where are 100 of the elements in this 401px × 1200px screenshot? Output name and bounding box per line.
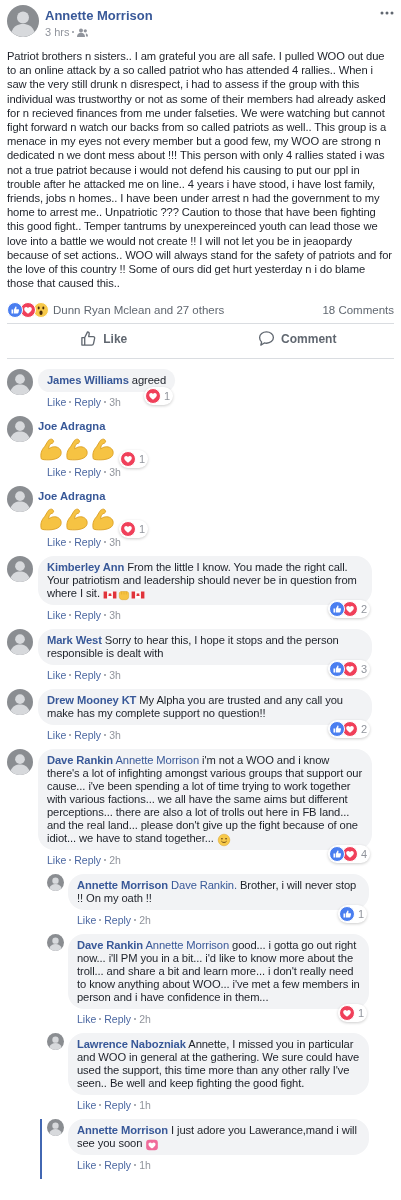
comment-time[interactable]: 1h	[139, 1159, 151, 1172]
commenter-name[interactable]: Kimberley Ann	[47, 561, 125, 574]
reaction-badge[interactable]: 1	[118, 520, 148, 539]
comment-action-link[interactable]: Like	[77, 914, 97, 927]
comment-time[interactable]: 3h	[109, 609, 121, 622]
commenter-name[interactable]: Drew Mooney KT	[47, 694, 137, 707]
post-text: Patriot brothers n sisters.. I am grateful you are all safe. I pulled WOO out due to an online attack by a so called patriot who has attended 4 rallies.. When i saw the very still drunk n disrespect, i had to assess if the group with this individual was trustworthy or not as some of their members had already asked for n recieved finances from me under falseties. We were watching but cannot fight forward n watch our backs from so called patriots as well.. This group is a menace in my eyes not every member but a good few, my WOO are strong n dedicated n we dont mess about !!! This person with only 4 rallies stated i was not a true patriot because i would not defend his causing to put our ppl in trouble after he attacked me on line.. 4 years i have stood, i have lost family, friends, jobs n homes.. I have been under arrest n had the government to my home to arrest me.. Unpatriotic ??? Caution to those that have been fighting this good fight.. Temper tantrums by unexpereinced youth can lead those we love into a battle we would not create !! I will not let you be in jeaopardy because of set actions.. WOO will always stand for the safety of patriots and for the love of this country !! Some of ours did get hurt yesterday n i do blame those that caused this..	[7, 49, 393, 291]
commenter-name[interactable]: Joe Adragna	[38, 420, 106, 433]
comment-time[interactable]: 2h	[139, 914, 151, 927]
avatar[interactable]	[47, 874, 64, 892]
speech-bubble-icon	[258, 330, 276, 348]
comment-action-link[interactable]: Like	[47, 609, 67, 622]
comment-action-link[interactable]: Reply	[104, 1099, 132, 1112]
commenter-name[interactable]: James Williams	[47, 374, 129, 387]
commenter-name[interactable]: Annette Morrison	[77, 1124, 168, 1137]
comment-text: Drew Mooney KT My Alpha you are trusted and any call you make has my complete support no question!!	[47, 694, 344, 721]
commenter-name[interactable]: Lawrence Nabozniak	[77, 1038, 186, 1051]
smiling-face-icon	[216, 832, 231, 847]
avatar[interactable]	[47, 1033, 64, 1051]
avatar[interactable]	[7, 629, 33, 656]
comment-time[interactable]: 3h	[109, 466, 121, 479]
flexed-arm-icon	[90, 436, 116, 463]
comment-text: James Williams agreed	[47, 374, 167, 388]
avatar[interactable]	[47, 1119, 64, 1137]
reaction-summary[interactable]: Dunn Ryan Mclean and 27 others	[53, 304, 225, 317]
commenter-name[interactable]: Dave Rankin	[77, 939, 144, 952]
mention-link[interactable]: Annette Morrison	[115, 754, 200, 767]
avatar[interactable]	[7, 416, 33, 443]
mention-link[interactable]: Annette Morrison	[145, 939, 230, 952]
comment-text: Dave Rankin Annette Morrison good... i gotta go out right now... i'll PM you in a bit... i'd like to know more about the troll... and share a bit and learn more... i don't really need to know anything about WOO... i've met a few members in person and i have confidence in them...	[77, 939, 360, 1005]
like-reaction-icon	[328, 601, 345, 618]
mention-link[interactable]: Dave Rankin.	[171, 879, 237, 892]
comment-action-link[interactable]: Like	[77, 1159, 97, 1172]
heart-reaction-icon	[144, 388, 161, 405]
avatar[interactable]	[7, 5, 39, 37]
comment-action-link[interactable]: Reply	[74, 854, 102, 867]
flexed-arm-icon	[38, 506, 64, 533]
post-time[interactable]: 3 hrs	[45, 26, 70, 38]
comment-action-link[interactable]: Like	[47, 669, 67, 682]
reaction-badge[interactable]: 2	[327, 600, 370, 619]
more-options-icon[interactable]	[380, 11, 394, 15]
like-reaction-icon	[7, 302, 23, 319]
comment-time[interactable]: 3h	[109, 396, 121, 409]
comment-time[interactable]: 1h	[139, 1099, 151, 1112]
comment-time[interactable]: 3h	[109, 669, 121, 682]
commenter-name[interactable]: Dave Rankin	[47, 754, 114, 767]
flexed-arm-icon	[64, 436, 90, 463]
avatar[interactable]	[7, 749, 33, 776]
commenter-name[interactable]: Annette Morrison	[77, 879, 168, 892]
comment-action-link[interactable]: Like	[47, 729, 67, 742]
comment-count[interactable]: 18 Comments	[322, 304, 394, 317]
comment-action-link[interactable]: Reply	[74, 609, 102, 622]
comment-action-link[interactable]: Reply	[74, 669, 102, 682]
flexed-arm-icon	[64, 506, 90, 533]
like-reaction-icon	[328, 661, 345, 678]
reaction-badge[interactable]: 1	[337, 905, 367, 924]
comment-action-link[interactable]: Like	[77, 1013, 97, 1026]
comment-button[interactable]: Comment	[200, 324, 394, 354]
comment-action-link[interactable]: Reply	[104, 1159, 132, 1172]
comment-action-link[interactable]: Reply	[104, 1013, 132, 1026]
comment-time[interactable]: 2h	[109, 854, 121, 867]
reaction-badge[interactable]: 1	[143, 387, 174, 406]
comment-action-link[interactable]: Reply	[74, 396, 102, 409]
avatar[interactable]	[7, 486, 33, 513]
heart-reaction-icon	[341, 601, 358, 618]
comment-action-link[interactable]: Reply	[74, 466, 102, 479]
reaction-badge[interactable]: 2	[327, 720, 370, 739]
avatar[interactable]	[7, 689, 33, 716]
thumbs-up-icon	[80, 330, 98, 348]
like-reaction-icon	[338, 906, 355, 923]
comment-time[interactable]: 2h	[139, 1013, 151, 1026]
comment-text: Annette Morrison I just adore you Lawerance,mand i will see you soon	[77, 1124, 358, 1151]
reaction-badge[interactable]: 1	[118, 450, 148, 469]
comment-action-link[interactable]: Reply	[104, 914, 132, 927]
heart-reaction-icon	[338, 1005, 355, 1022]
avatar[interactable]	[7, 369, 33, 396]
comment-action-link[interactable]: Like	[47, 536, 67, 549]
avatar[interactable]	[47, 934, 64, 952]
commenter-name[interactable]: Joe Adragna	[38, 490, 106, 503]
comment-time[interactable]: 3h	[109, 536, 121, 549]
comment-action-link[interactable]: Reply	[74, 729, 102, 742]
reaction-badge[interactable]: 1	[337, 1004, 367, 1023]
comment-text: Annette Morrison Dave Rankin. Brother, i will never stop !! On my oath !!	[77, 879, 358, 906]
heart-reaction-icon	[341, 846, 358, 863]
flexed-arm-icon	[90, 506, 116, 533]
comment-action-link[interactable]: Like	[47, 854, 67, 867]
comment-action-link[interactable]: Reply	[74, 536, 102, 549]
comment-action-link[interactable]: Like	[47, 466, 67, 479]
comment-time[interactable]: 3h	[109, 729, 121, 742]
like-button[interactable]: Like	[7, 324, 201, 354]
comment-action-link[interactable]: Like	[47, 396, 67, 409]
comment-action-link[interactable]: Like	[77, 1099, 97, 1112]
heart-reaction-icon	[119, 451, 136, 468]
author-name[interactable]: Annette Morrison	[45, 8, 153, 23]
like-reaction-icon	[328, 846, 345, 863]
group-icon	[77, 27, 89, 37]
commenter-name[interactable]: Mark West	[47, 634, 102, 647]
reaction-badge[interactable]: 3	[327, 660, 370, 679]
comment-text: Dave Rankin Annette Morrison i'm not a WOO and i know there's a lot of infighting amongst various groups that support our cause... i've been spending a lot of time trying to work together with various factions... we all have the same aims but different perceptions... there are also a lot of trolls out here in FB land... and the real land... please don't give up the fight because of one idiot... we have to stand together...	[47, 754, 363, 846]
avatar[interactable]	[7, 556, 33, 583]
